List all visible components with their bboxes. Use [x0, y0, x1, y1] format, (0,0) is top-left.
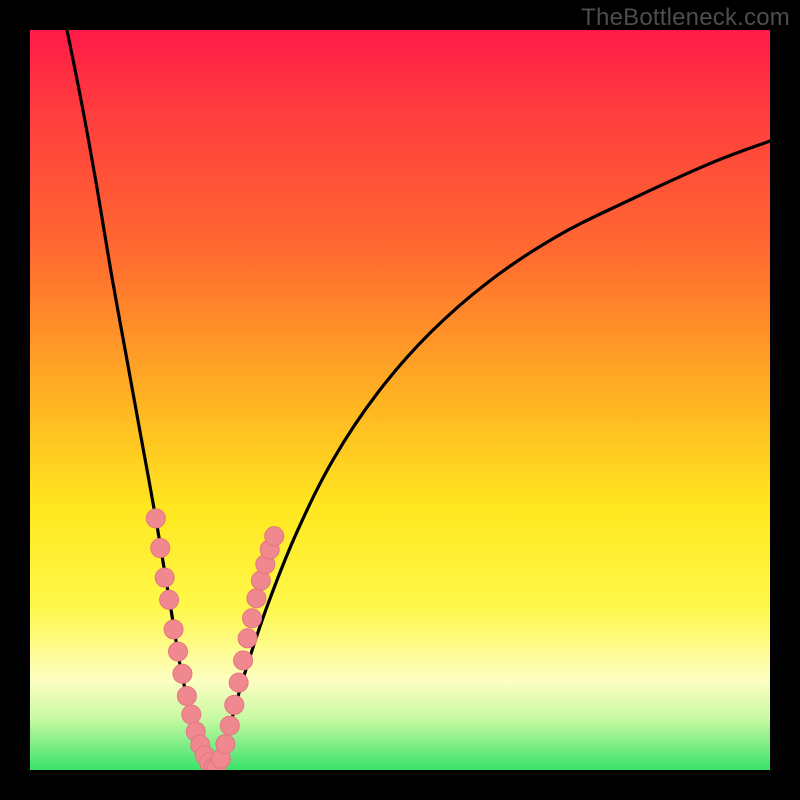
data-marker [164, 620, 183, 639]
data-marker [182, 705, 201, 724]
watermark-text: TheBottleneck.com [581, 4, 790, 32]
data-marker [220, 716, 239, 735]
data-marker [216, 735, 235, 754]
data-marker [234, 651, 253, 670]
chart-frame: TheBottleneck.com [0, 0, 800, 800]
data-marker [155, 568, 174, 587]
data-marker [151, 539, 170, 558]
data-marker [225, 695, 244, 714]
plot-area [30, 30, 770, 770]
data-marker [146, 509, 165, 528]
data-marker [265, 527, 284, 546]
data-marker [243, 609, 262, 628]
right_curve [215, 141, 770, 770]
data-marker [238, 629, 257, 648]
data-marker [160, 590, 179, 609]
data-marker [247, 589, 266, 608]
data-marker [229, 673, 248, 692]
data-marker [177, 687, 196, 706]
data-marker [173, 664, 192, 683]
data-marker [169, 642, 188, 661]
curve-layer [30, 30, 770, 770]
left_curve [67, 30, 215, 770]
